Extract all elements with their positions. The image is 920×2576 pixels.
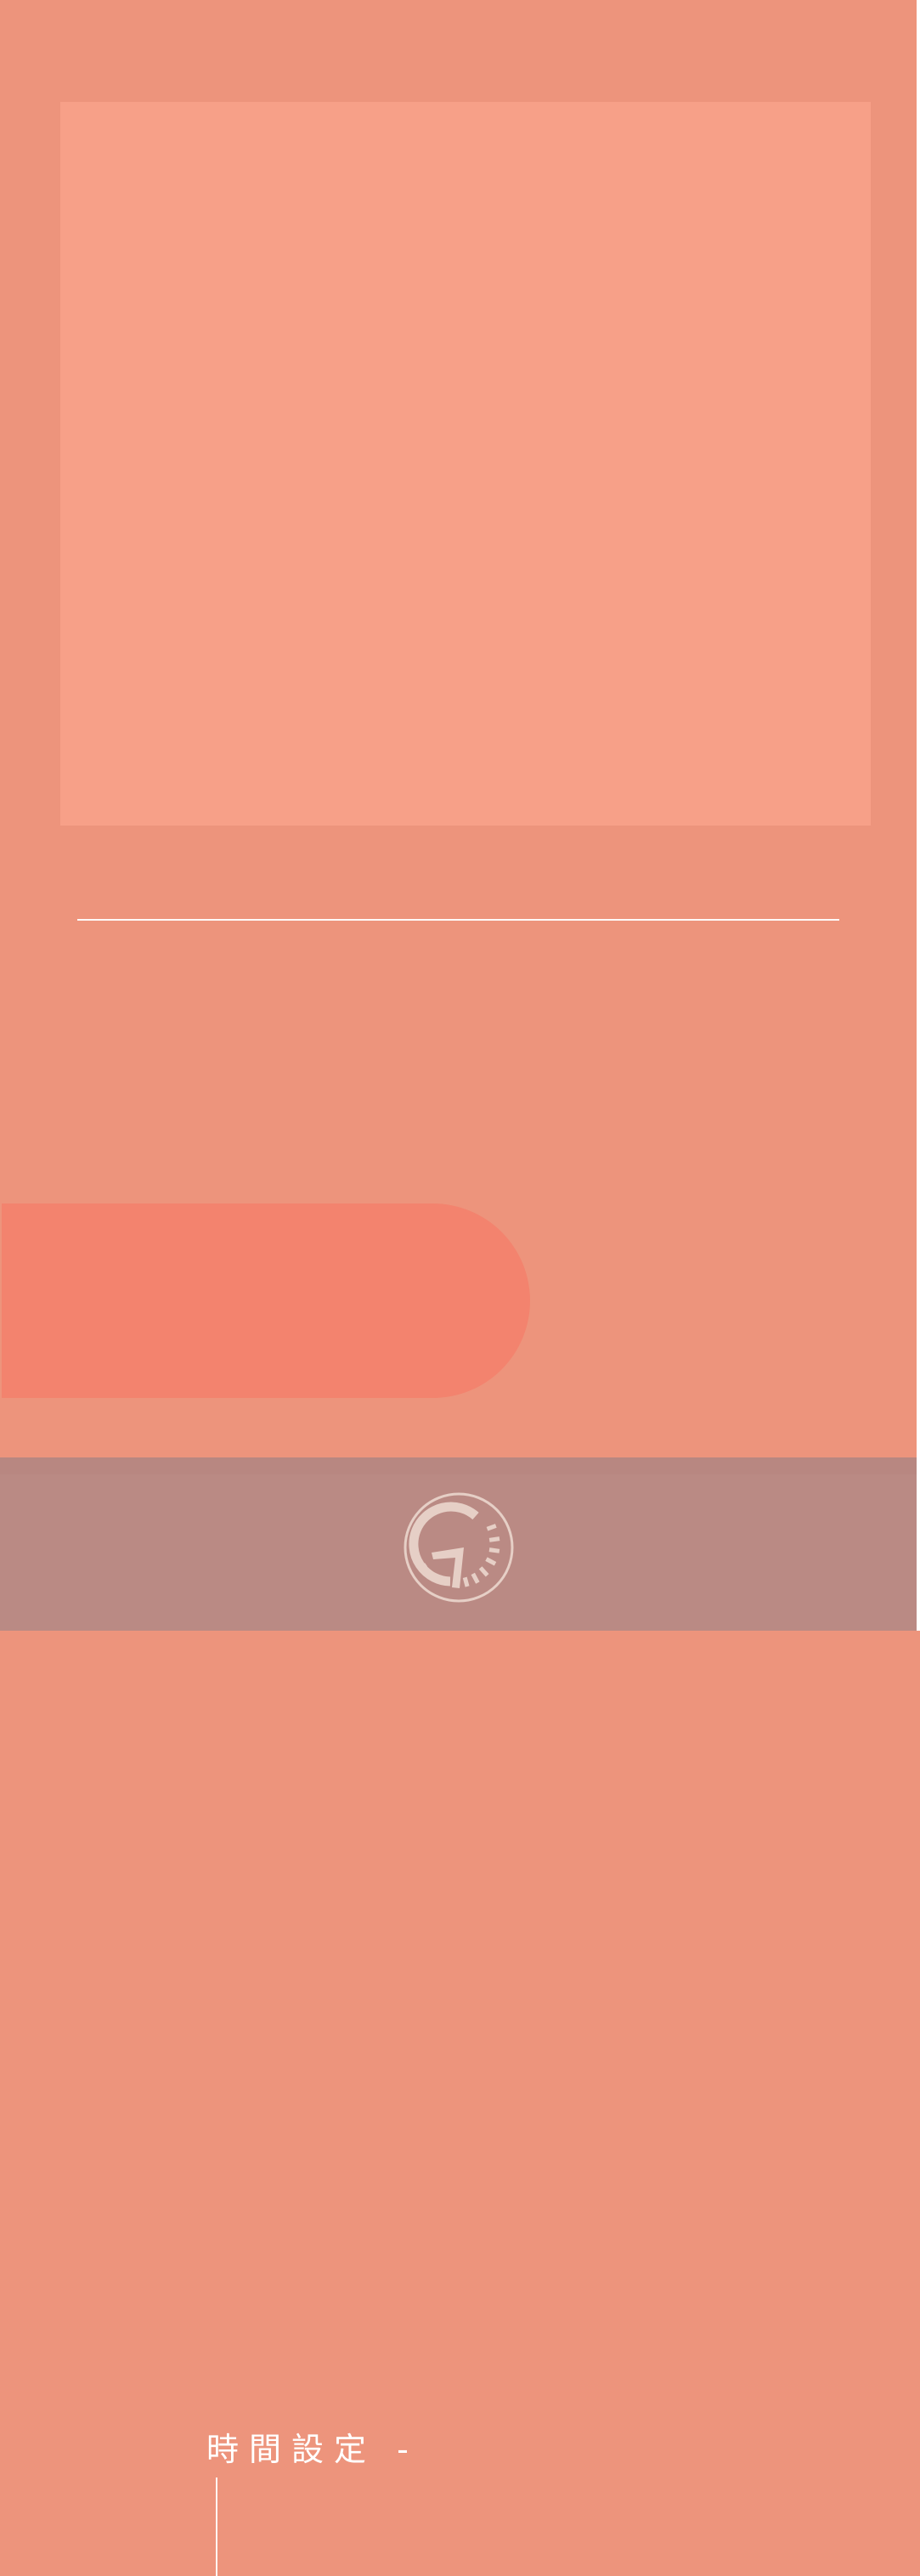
content-panel <box>60 102 871 826</box>
clock-logo-icon[interactable] <box>403 1491 515 1604</box>
footer-shadow <box>0 1457 920 1474</box>
screen-edge <box>917 0 920 1631</box>
time-input-cursor <box>216 2477 217 2576</box>
divider-line <box>77 919 839 921</box>
time-setting-control[interactable]: 時間設定 - <box>2 1203 530 2576</box>
time-setting-label: 時間設定 - <box>206 2431 419 2468</box>
